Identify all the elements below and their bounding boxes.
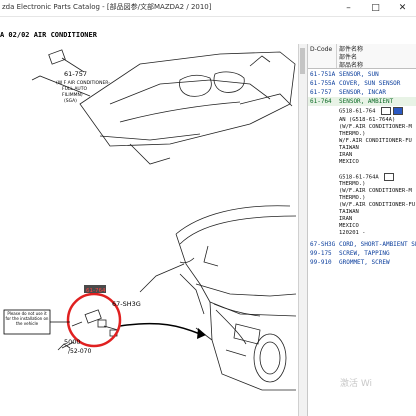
illustration-drawing: 61-757 (W F AIR CONDITIONER- FULL AUTO F… (3, 49, 297, 391)
parts-row[interactable]: 67-SH3G CORD, SHORT-AMBIENT SEN (308, 240, 416, 249)
part-number: 61-755A (310, 80, 336, 87)
parts-row[interactable]: 61-751A SENSOR, SUN (308, 70, 416, 79)
top-part-note-3: FILIMMN) (62, 92, 83, 98)
parts-list-panel: D-Code 部件名称 部件名 部品名称 61-751A SENSOR, SUN… (307, 44, 416, 416)
part-description: SENSOR, SUN (339, 71, 379, 78)
detail-1-line: MEXICO (339, 159, 359, 165)
parts-row-selected[interactable]: 61-764 SENSOR, AMBIENT (308, 97, 416, 106)
detail-1-line: TAIWAN (339, 145, 359, 151)
scrollbar-thumb[interactable] (300, 48, 305, 74)
part-number: 61-764 (310, 98, 332, 105)
dashboard-drawing (31, 51, 296, 165)
detail-2-line: THERMO.) (339, 181, 366, 187)
detail-1-line: AN (G518-61-764A) (339, 117, 396, 123)
activation-watermark: 激活 Wi (340, 379, 373, 389)
detail-2-line: IRAN (339, 216, 353, 222)
part-number: 61-757 (310, 89, 332, 96)
incar-sensor-drawing (48, 49, 85, 73)
maximize-button[interactable]: □ (362, 0, 389, 16)
screw-part-number: 5000 (64, 338, 81, 346)
minimize-button[interactable]: – (335, 0, 362, 16)
illustration-scrollbar[interactable] (298, 44, 307, 416)
close-button[interactable]: ✕ (389, 0, 416, 16)
window-titlebar: zda Electronic Parts Catalog - [部品図参/文部M… (0, 0, 416, 17)
detail-1-line: THERMO.) (339, 131, 366, 137)
detail-2-line: (W/F.AIR CONDITIONER-M (339, 188, 412, 194)
leader-arrow-head (197, 328, 206, 339)
top-part-note-1: (W F AIR CONDITIONER- (56, 80, 110, 86)
part-number: 99-910 (310, 259, 332, 266)
part-description: SCREW, TAPPING (339, 250, 390, 257)
quantity-box-selected[interactable] (392, 107, 403, 115)
detail-1-lines: AN (G518-61-764A) (W/F.AIR CONDITIONER-M… (339, 117, 412, 166)
part-number: 99-175 (310, 250, 332, 257)
quantity-box[interactable] (380, 107, 391, 115)
top-part-number: 61-757 (64, 70, 87, 78)
detail-2-line: 120201 - (339, 230, 366, 236)
part-description: SENSOR, AMBIENT (339, 98, 394, 105)
part-description: CORD, SHORT-AMBIENT SEN (339, 241, 416, 248)
notice-text: Please do not use it for the installatio… (5, 311, 49, 326)
detail-1-line: IRAN (339, 152, 353, 158)
detail-1-code: G518-61-764 (339, 108, 376, 115)
column-separator (336, 44, 337, 68)
lower-part-number: 61-764 (86, 288, 106, 294)
detail-2-line: (W/F.AIR CONDITIONER-FU (339, 202, 416, 208)
detail-1-code-row: G518-61-764 (339, 107, 403, 115)
detail-2-code-row: G518-61-764A (339, 173, 395, 181)
top-part-note-4: (SGA) (64, 98, 77, 104)
top-part-note-2: FULL AUTO (62, 86, 87, 92)
parts-row[interactable]: 61-757 SENSOR, INCAR (308, 88, 416, 97)
part-number: 61-751A (310, 71, 336, 78)
column-description-header: 部件名称 部件名 部品名称 (339, 46, 363, 70)
parts-illustration[interactable]: 61-757 (W F AIR CONDITIONER- FULL AUTO F… (0, 44, 298, 416)
section-header-bar: A 02/02 AIR CONDITIONER (0, 30, 416, 41)
column-desc-line-2: 部件名 (339, 54, 358, 61)
column-code-header: D-Code (310, 46, 333, 53)
part-number: 67-SH3G (310, 241, 336, 248)
parts-row[interactable]: 99-910 GROMMET, SCREW (308, 258, 416, 267)
car-drawing (139, 205, 297, 391)
quantity-box[interactable] (384, 173, 395, 181)
column-desc-line-1: 部件名称 (339, 46, 364, 53)
cord-part-number: 67-SH3G (112, 300, 141, 308)
parts-row[interactable]: 61-755A COVER, SUN SENSOR (308, 79, 416, 88)
detail-1-line: W/F.AIR CONDITIONER-FU (339, 138, 412, 144)
grommet-part-number: /52-070 (68, 348, 91, 355)
detail-2-line: TAIWAN (339, 209, 359, 215)
leader-arrow (119, 322, 201, 335)
detail-1-line: (W/F.AIR CONDITIONER-M (339, 124, 412, 130)
part-description: COVER, SUN SENSOR (339, 80, 401, 87)
parts-list-header: D-Code 部件名称 部件名 部品名称 (308, 44, 416, 69)
parts-row[interactable]: 99-175 SCREW, TAPPING (308, 249, 416, 258)
detail-2-line: THERMO.) (339, 195, 366, 201)
part-description: GROMMET, SCREW (339, 259, 390, 266)
detail-2-code: G518-61-764A (339, 174, 379, 181)
section-title: A 02/02 AIR CONDITIONER (0, 31, 97, 39)
window-title: zda Electronic Parts Catalog - [部品図参/文部M… (2, 3, 212, 11)
detail-2-lines: THERMO.) (W/F.AIR CONDITIONER-M THERMO.)… (339, 181, 415, 237)
column-desc-line-3: 部品名称 (339, 62, 364, 69)
detail-2-line: MEXICO (339, 223, 359, 229)
part-description: SENSOR, INCAR (339, 89, 386, 96)
